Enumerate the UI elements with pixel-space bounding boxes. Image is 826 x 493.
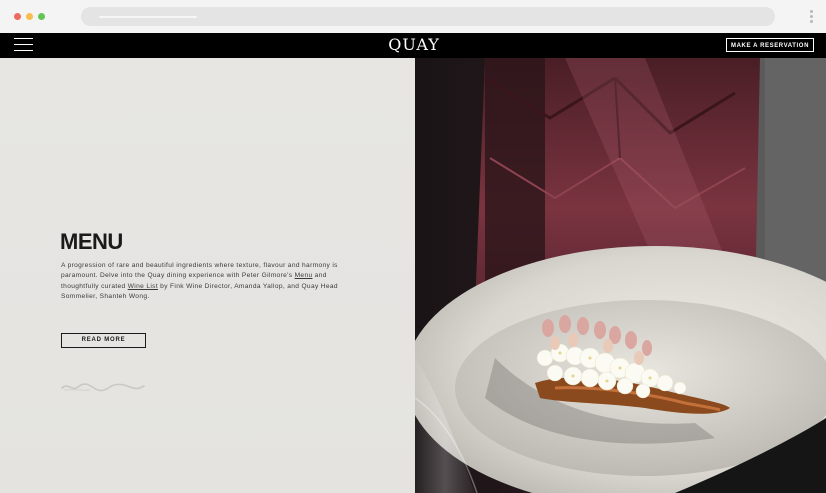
address-bar[interactable] xyxy=(81,7,775,26)
site-header: QUAY MAKE A RESERVATION xyxy=(0,33,826,58)
window-close-dot[interactable] xyxy=(14,13,21,20)
wine-list-link[interactable]: Wine List xyxy=(128,283,158,290)
plated-dish-image xyxy=(415,58,826,493)
kebab-menu-icon[interactable] xyxy=(810,10,813,24)
make-reservation-button[interactable]: MAKE A RESERVATION xyxy=(726,38,814,52)
address-placeholder-line xyxy=(99,16,197,18)
window-minimize-dot[interactable] xyxy=(26,13,33,20)
hamburger-menu-icon[interactable] xyxy=(14,38,33,52)
dish-photo xyxy=(415,58,826,493)
read-more-button[interactable]: READ MORE xyxy=(61,333,146,348)
menu-link[interactable]: Menu xyxy=(295,272,313,279)
menu-panel: MENU A progression of rare and beautiful… xyxy=(0,58,415,493)
quay-logo[interactable]: QUAY xyxy=(388,34,440,56)
window-maximize-dot[interactable] xyxy=(38,13,45,20)
signature-icon xyxy=(61,383,145,392)
menu-heading: MENU xyxy=(60,229,123,254)
browser-chrome xyxy=(0,0,826,33)
menu-description: A progression of rare and beautiful ingr… xyxy=(61,261,353,302)
